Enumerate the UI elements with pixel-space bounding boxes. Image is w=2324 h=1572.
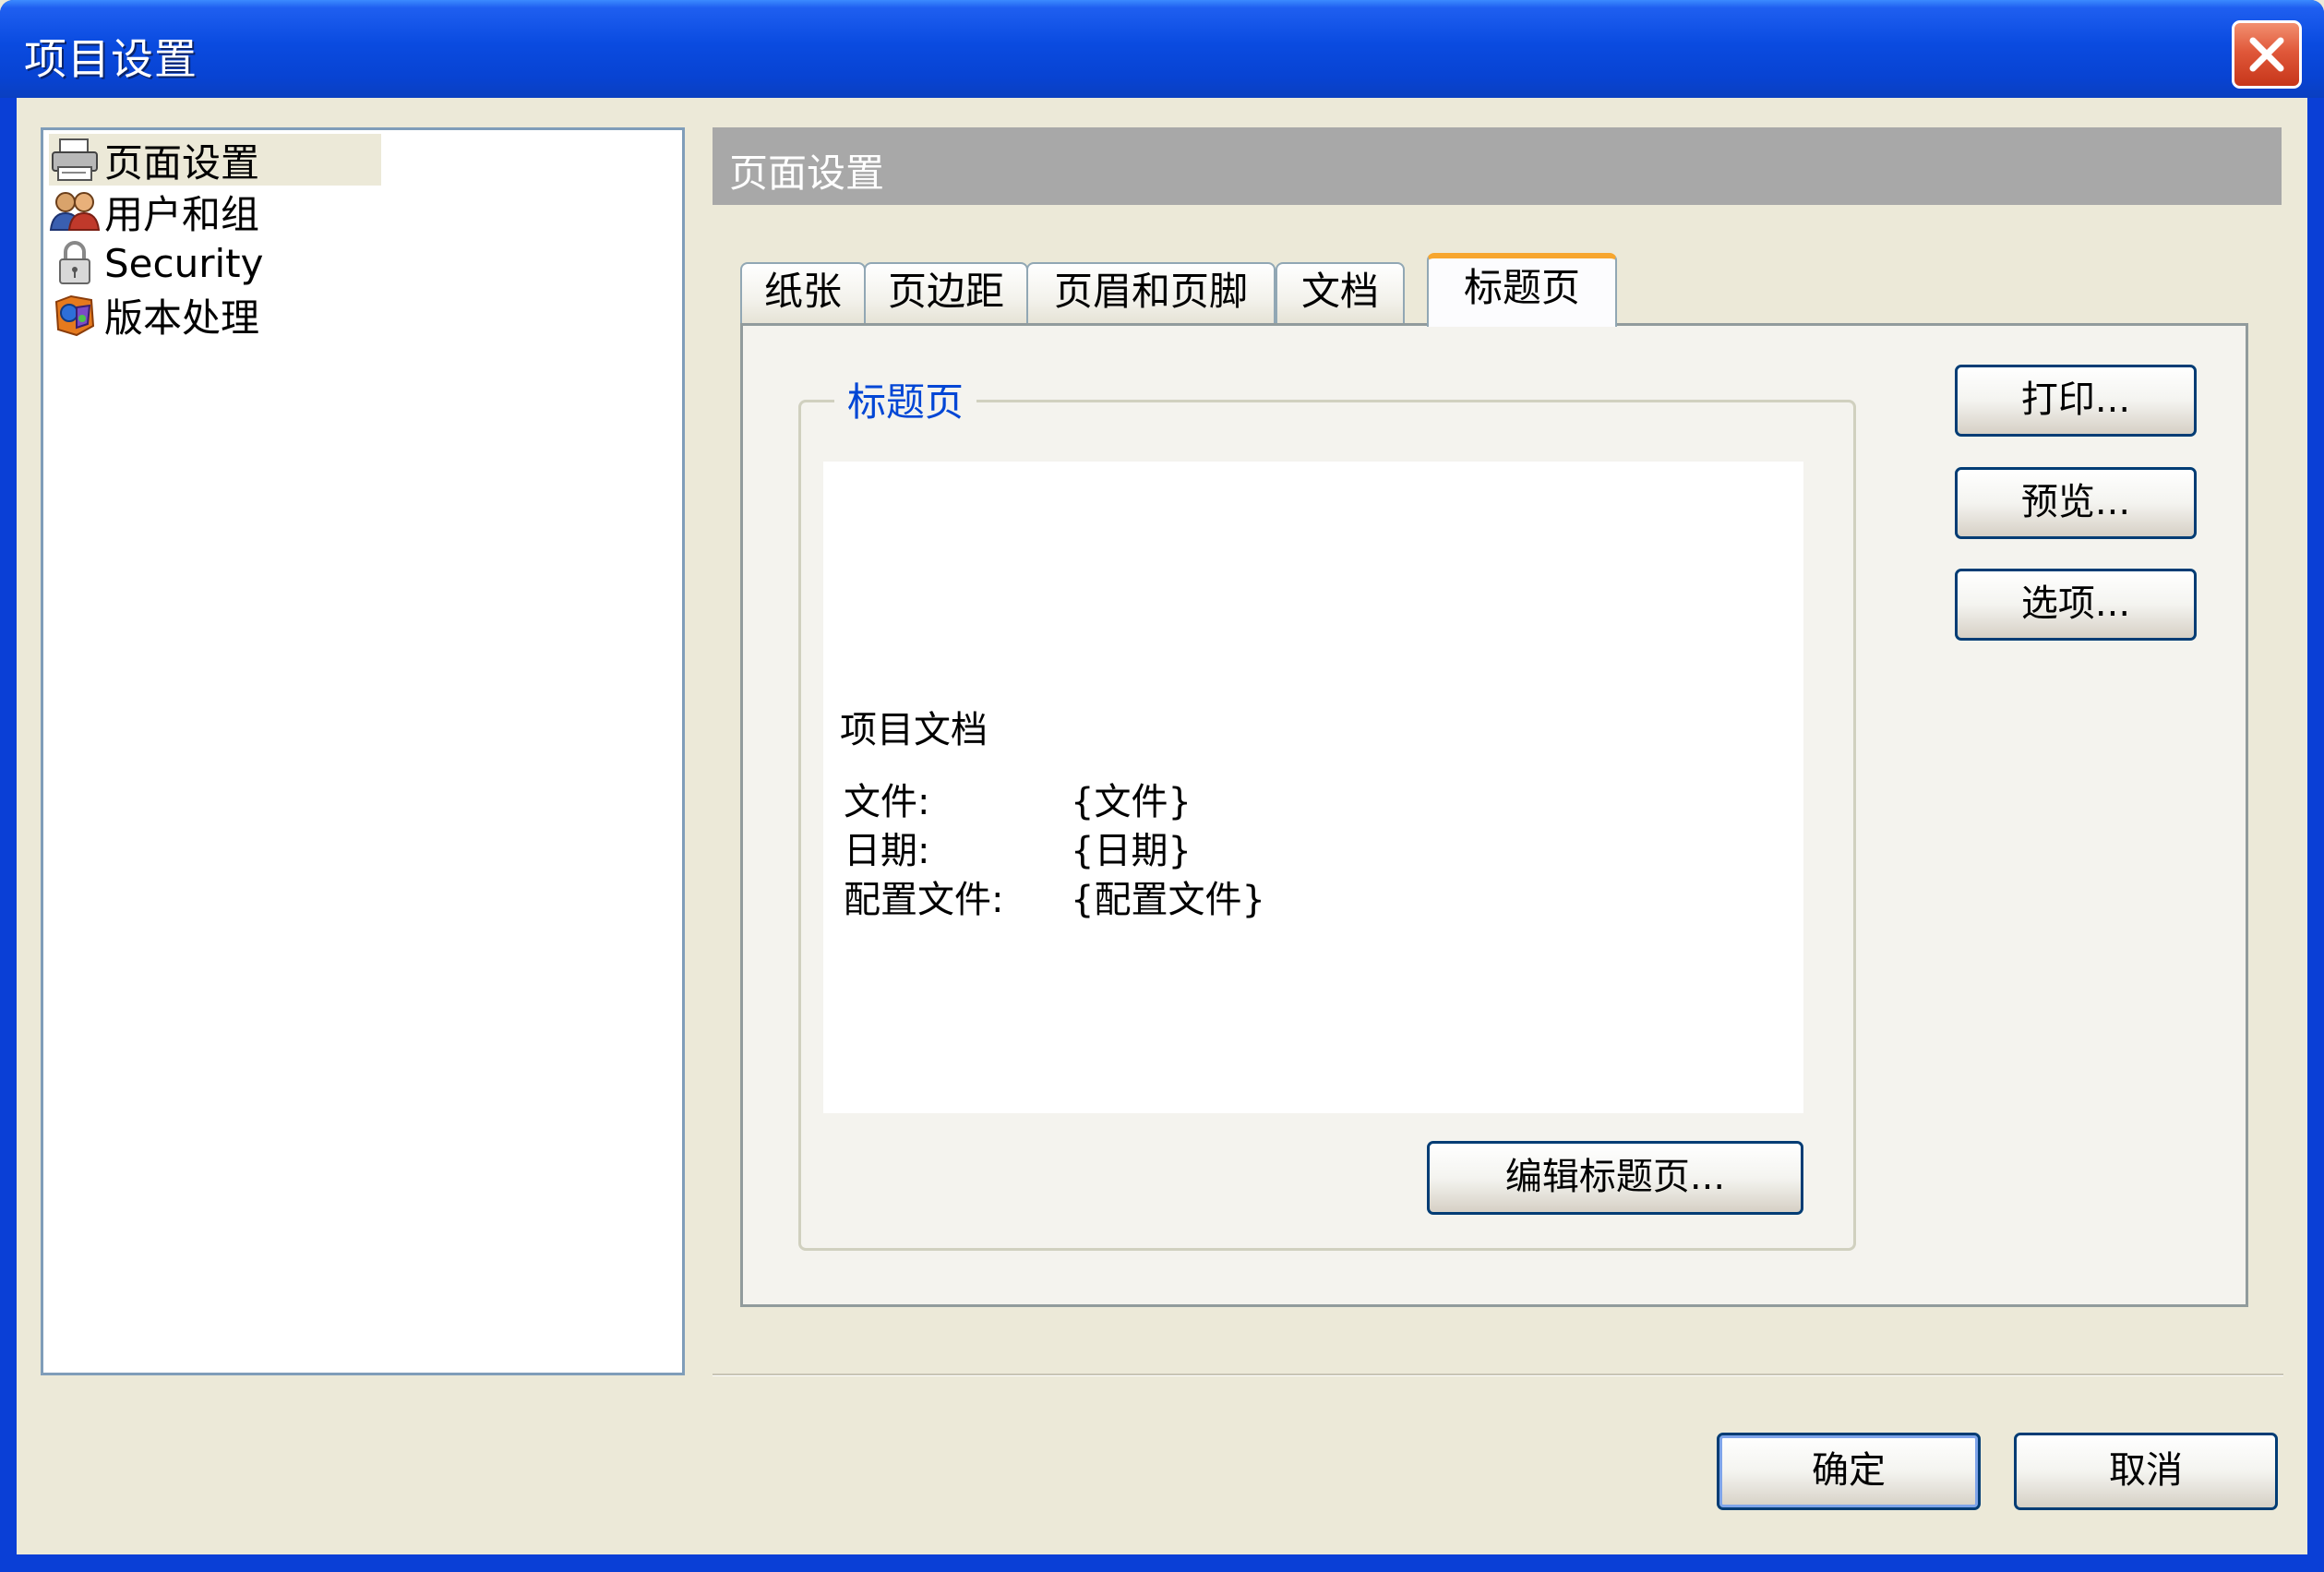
window-title: 项目设置 bbox=[24, 34, 198, 84]
versioning-icon bbox=[54, 294, 95, 337]
close-button[interactable] bbox=[2232, 20, 2302, 89]
nav-item-label: Security bbox=[104, 240, 264, 286]
panel-header: 页面设置 bbox=[713, 127, 2282, 205]
dialog-window: 项目设置 页面设置 用户和组 Security 版本处理 页面设置 纸张 页边距… bbox=[0, 0, 2324, 1572]
nav-item-page-setup[interactable]: 页面设置 bbox=[49, 134, 381, 186]
nav-item-label: 版本处理 bbox=[104, 294, 260, 341]
lock-icon bbox=[59, 241, 90, 284]
title-page-preview: 项目文档 文件: {文件} 日期: {日期} 配置文件: {配置文件} bbox=[823, 462, 1803, 1113]
printer-icon bbox=[52, 138, 98, 181]
preview-button[interactable]: 预览... bbox=[1955, 467, 2197, 539]
users-icon bbox=[49, 192, 101, 231]
preview-row-key: 日期: bbox=[844, 830, 930, 872]
dialog-client-area: 页面设置 用户和组 Security 版本处理 页面设置 纸张 页边距 页眉和页… bbox=[17, 98, 2307, 1554]
print-button[interactable]: 打印... bbox=[1955, 365, 2197, 437]
preview-row-profile: 配置文件: {配置文件} bbox=[844, 870, 1265, 923]
edit-title-page-button[interactable]: 编辑标题页... bbox=[1427, 1141, 1803, 1215]
tab-page-title-page: 标题页 项目文档 文件: {文件} 日期: {日期} 配置文件: {配置文件} 编辑标… bbox=[740, 323, 2248, 1307]
preview-row-date: 日期: {日期} bbox=[844, 821, 1192, 874]
nav-item-security[interactable]: Security bbox=[49, 237, 381, 289]
title-page-group: 标题页 项目文档 文件: {文件} 日期: {日期} 配置文件: {配置文件} 编辑标… bbox=[798, 371, 1856, 1251]
tab-paper[interactable]: 纸张 bbox=[740, 262, 866, 323]
title-bar[interactable]: 项目设置 bbox=[0, 0, 2324, 98]
nav-item-label: 页面设置 bbox=[104, 139, 260, 186]
options-button[interactable]: 选项... bbox=[1955, 569, 2197, 641]
group-label: 标题页 bbox=[834, 371, 977, 427]
nav-item-label: 用户和组 bbox=[104, 191, 260, 237]
cancel-button[interactable]: 取消 bbox=[2014, 1433, 2278, 1510]
tab-margins[interactable]: 页边距 bbox=[864, 262, 1028, 323]
preview-row-value: {配置文件} bbox=[1071, 879, 1265, 921]
panel-title: 页面设置 bbox=[729, 150, 885, 196]
footer-separator bbox=[713, 1374, 2283, 1376]
settings-nav-tree[interactable]: 页面设置 用户和组 Security 版本处理 bbox=[41, 127, 685, 1375]
ok-button[interactable]: 确定 bbox=[1717, 1433, 1981, 1510]
tab-title-page[interactable]: 标题页 bbox=[1427, 253, 1617, 327]
tab-document[interactable]: 文档 bbox=[1276, 262, 1405, 323]
preview-doc-title: 项目文档 bbox=[840, 709, 988, 751]
nav-item-versioning[interactable]: 版本处理 bbox=[49, 289, 381, 341]
preview-row-key: 文件: bbox=[844, 781, 930, 823]
nav-item-users-groups[interactable]: 用户和组 bbox=[49, 186, 381, 237]
preview-row-value: {日期} bbox=[1071, 830, 1192, 872]
preview-row-value: {文件} bbox=[1071, 781, 1192, 823]
tab-header-footer[interactable]: 页眉和页脚 bbox=[1026, 262, 1276, 323]
close-icon bbox=[2249, 37, 2284, 72]
preview-row-key: 配置文件: bbox=[844, 879, 1004, 921]
preview-row-file: 文件: {文件} bbox=[844, 772, 1192, 825]
